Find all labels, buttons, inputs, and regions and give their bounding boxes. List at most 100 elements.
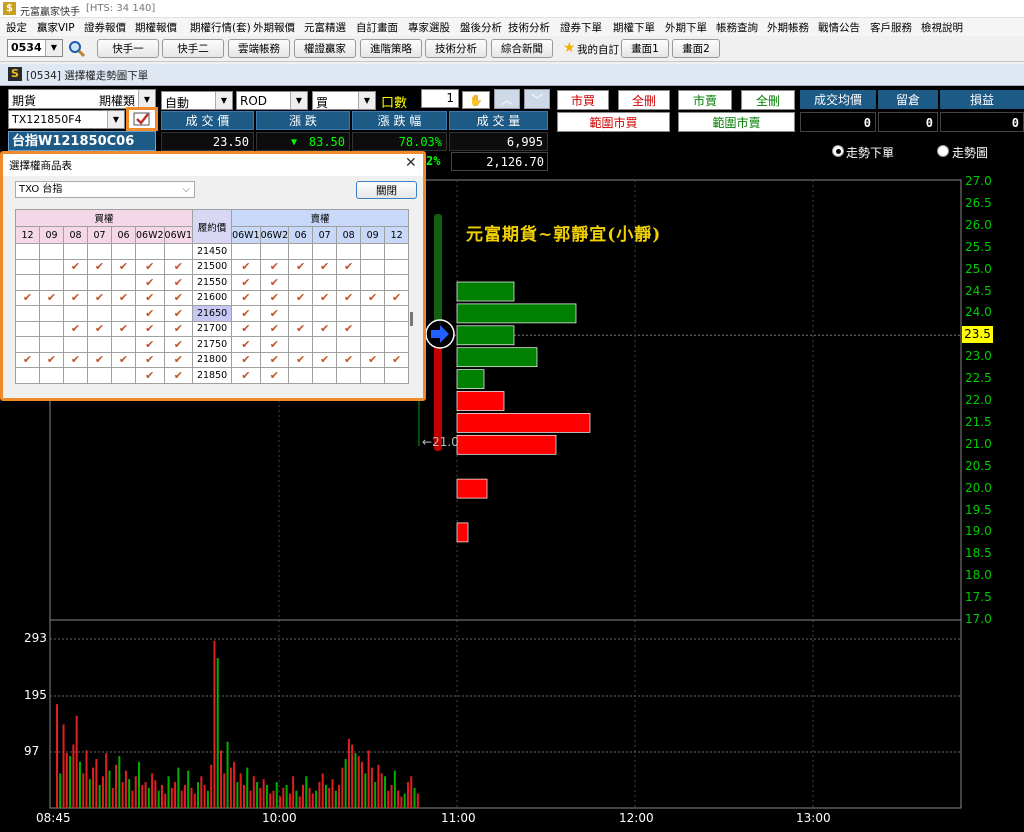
toolbar-button[interactable]: 快手二 <box>162 39 224 58</box>
option-picker-button[interactable] <box>126 107 158 131</box>
cancel-all-sell-button[interactable]: 全刪 <box>741 90 795 110</box>
put-cell[interactable] <box>312 305 338 322</box>
call-cell[interactable]: ✔ <box>87 351 112 368</box>
call-cell[interactable] <box>111 305 136 322</box>
underlying-select[interactable]: TXO 台指 ⌵ <box>15 181 195 198</box>
call-cell[interactable] <box>163 243 194 260</box>
put-cell[interactable] <box>336 274 362 291</box>
put-cell[interactable]: ✔ <box>259 367 290 384</box>
call-cell[interactable] <box>111 367 136 384</box>
put-cell[interactable] <box>384 336 410 353</box>
screen-1-button[interactable]: 畫面1 <box>621 39 669 58</box>
menu-item[interactable]: 期權行情(套) <box>190 20 251 35</box>
call-cell[interactable] <box>63 274 88 291</box>
call-cell[interactable]: ✔ <box>15 289 40 306</box>
toolbar-button[interactable]: 進階策略 <box>360 39 422 58</box>
call-cell[interactable] <box>39 336 64 353</box>
call-cell[interactable]: ✔ <box>111 351 136 368</box>
code-input[interactable]: 0534 ▼ <box>7 39 63 57</box>
put-cell[interactable] <box>360 274 386 291</box>
put-cell[interactable] <box>336 367 362 384</box>
menu-item[interactable]: 期權報價 <box>135 20 177 35</box>
put-cell[interactable] <box>336 305 362 322</box>
put-cell[interactable] <box>360 320 386 337</box>
call-cell[interactable]: ✔ <box>163 367 194 384</box>
menu-item[interactable]: 外期下單 <box>665 20 707 35</box>
radio-trend-order[interactable] <box>832 145 844 157</box>
call-cell[interactable] <box>135 243 165 260</box>
put-cell[interactable]: ✔ <box>231 367 261 384</box>
put-cell[interactable] <box>384 243 410 260</box>
put-cell[interactable]: ✔ <box>231 274 261 291</box>
call-cell[interactable]: ✔ <box>15 351 40 368</box>
chevron-down-icon[interactable]: ▼ <box>215 92 232 109</box>
call-cell[interactable] <box>63 336 88 353</box>
put-cell[interactable]: ✔ <box>231 320 261 337</box>
call-cell[interactable] <box>15 258 40 275</box>
put-cell[interactable]: ✔ <box>259 336 290 353</box>
menu-item[interactable]: 外期報價 <box>253 20 295 35</box>
put-cell[interactable] <box>288 336 314 353</box>
put-cell[interactable]: ✔ <box>259 320 290 337</box>
call-cell[interactable]: ✔ <box>63 320 88 337</box>
put-cell[interactable] <box>360 243 386 260</box>
qty-up-button[interactable]: ︿ <box>494 89 520 109</box>
menu-item[interactable]: 技術分析 <box>508 20 550 35</box>
menu-item[interactable]: 外期帳務 <box>767 20 809 35</box>
put-cell[interactable] <box>384 305 410 322</box>
put-cell[interactable] <box>336 336 362 353</box>
call-cell[interactable]: ✔ <box>135 305 165 322</box>
put-cell[interactable]: ✔ <box>312 289 338 306</box>
call-cell[interactable]: ✔ <box>39 351 64 368</box>
put-cell[interactable]: ✔ <box>360 289 386 306</box>
call-cell[interactable]: ✔ <box>163 336 194 353</box>
put-cell[interactable]: ✔ <box>312 258 338 275</box>
call-cell[interactable]: ✔ <box>163 351 194 368</box>
call-cell[interactable]: ✔ <box>63 351 88 368</box>
put-cell[interactable]: ✔ <box>259 351 290 368</box>
call-cell[interactable] <box>63 367 88 384</box>
put-cell[interactable]: ✔ <box>384 351 410 368</box>
mode-select[interactable]: 自動 ▼ <box>161 91 233 110</box>
menu-item[interactable]: 期權下單 <box>613 20 655 35</box>
call-cell[interactable]: ✔ <box>63 289 88 306</box>
put-cell[interactable] <box>336 243 362 260</box>
put-cell[interactable]: ✔ <box>336 351 362 368</box>
chevron-down-icon[interactable]: ⌵ <box>182 182 190 197</box>
put-cell[interactable]: ✔ <box>231 289 261 306</box>
side-select[interactable]: 買 ▼ <box>312 91 376 110</box>
put-cell[interactable] <box>288 274 314 291</box>
contract-select[interactable]: TX121850F4 ▼ <box>8 110 125 129</box>
call-cell[interactable]: ✔ <box>135 351 165 368</box>
product-type-select[interactable]: 期貨 期權類 ▼ <box>8 89 156 109</box>
call-cell[interactable] <box>15 336 40 353</box>
chevron-down-icon[interactable]: ▼ <box>45 40 62 56</box>
put-cell[interactable] <box>360 336 386 353</box>
call-cell[interactable] <box>39 258 64 275</box>
call-cell[interactable] <box>87 336 112 353</box>
call-cell[interactable]: ✔ <box>135 258 165 275</box>
put-cell[interactable] <box>288 305 314 322</box>
menu-item[interactable]: 證券下單 <box>560 20 602 35</box>
put-cell[interactable]: ✔ <box>360 351 386 368</box>
call-cell[interactable] <box>111 274 136 291</box>
call-cell[interactable] <box>15 367 40 384</box>
market-buy-button[interactable]: 市買 <box>557 90 609 110</box>
call-cell[interactable] <box>39 305 64 322</box>
call-cell[interactable]: ✔ <box>63 258 88 275</box>
call-cell[interactable]: ✔ <box>163 320 194 337</box>
menu-item[interactable]: 自訂畫面 <box>356 20 398 35</box>
put-cell[interactable] <box>231 243 261 260</box>
table-scrollbar[interactable] <box>410 312 413 326</box>
toolbar-button[interactable]: 雲端帳務 <box>228 39 290 58</box>
cancel-all-buy-button[interactable]: 全刪 <box>618 90 670 110</box>
put-cell[interactable] <box>384 367 410 384</box>
put-cell[interactable]: ✔ <box>259 305 290 322</box>
call-cell[interactable]: ✔ <box>111 258 136 275</box>
put-cell[interactable]: ✔ <box>259 258 290 275</box>
chevron-down-icon[interactable]: ▼ <box>107 111 124 128</box>
put-cell[interactable] <box>259 243 290 260</box>
chevron-down-icon[interactable]: ▼ <box>358 92 375 109</box>
call-cell[interactable] <box>63 243 88 260</box>
radio-trend-chart[interactable] <box>937 145 949 157</box>
